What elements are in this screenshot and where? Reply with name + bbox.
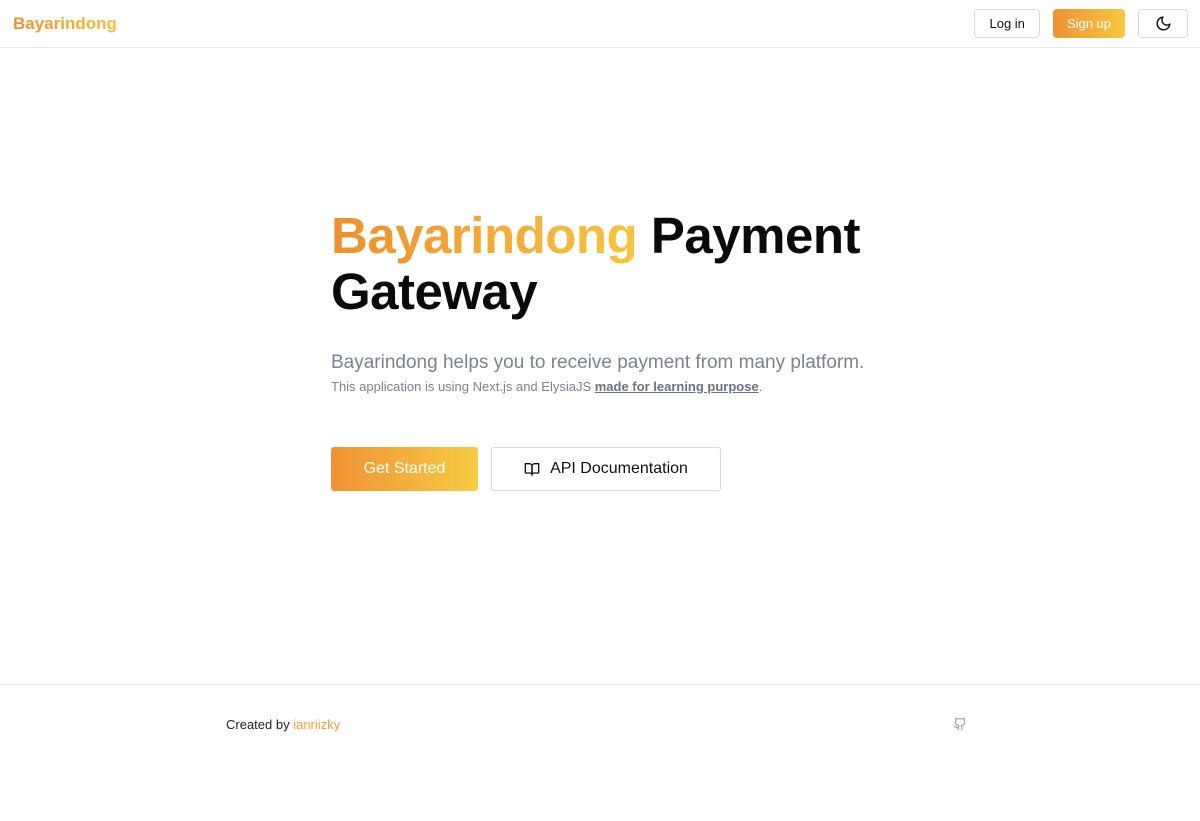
page-title: Bayarindong Payment Gateway — [331, 208, 891, 320]
api-documentation-label: API Documentation — [550, 460, 688, 477]
title-accent: Bayarindong — [331, 207, 638, 264]
navbar: Bayarindong Log in Sign up — [0, 0, 1200, 48]
author-link[interactable]: ianriizky — [293, 717, 340, 732]
nav-actions: Log in Sign up — [974, 9, 1188, 38]
hero-note: This application is using Next.js and El… — [331, 378, 891, 396]
note-suffix: . — [758, 379, 763, 394]
hero-section: Bayarindong Payment Gateway Bayarindong … — [331, 208, 891, 491]
github-icon[interactable] — [953, 717, 967, 731]
api-documentation-button[interactable]: API Documentation — [491, 447, 721, 491]
learning-purpose-link[interactable]: made for learning purpose — [595, 379, 759, 394]
brand-logo[interactable]: Bayarindong — [13, 14, 117, 34]
hero-actions: Get Started API Documentation — [331, 447, 891, 491]
login-button[interactable]: Log in — [974, 9, 1040, 38]
hero-subtitle: Bayarindong helps you to receive payment… — [331, 352, 865, 373]
moon-icon — [1156, 16, 1171, 31]
get-started-button[interactable]: Get Started — [331, 447, 478, 491]
footer: Created by ianriizky — [0, 684, 1200, 821]
book-icon — [524, 463, 540, 476]
theme-toggle-button[interactable] — [1138, 9, 1188, 38]
note-prefix: This application is using Next.js and El… — [331, 379, 595, 394]
signup-button[interactable]: Sign up — [1052, 9, 1125, 38]
created-by-text: Created by — [226, 717, 294, 732]
footer-credit: Created by ianriizky — [226, 717, 340, 732]
